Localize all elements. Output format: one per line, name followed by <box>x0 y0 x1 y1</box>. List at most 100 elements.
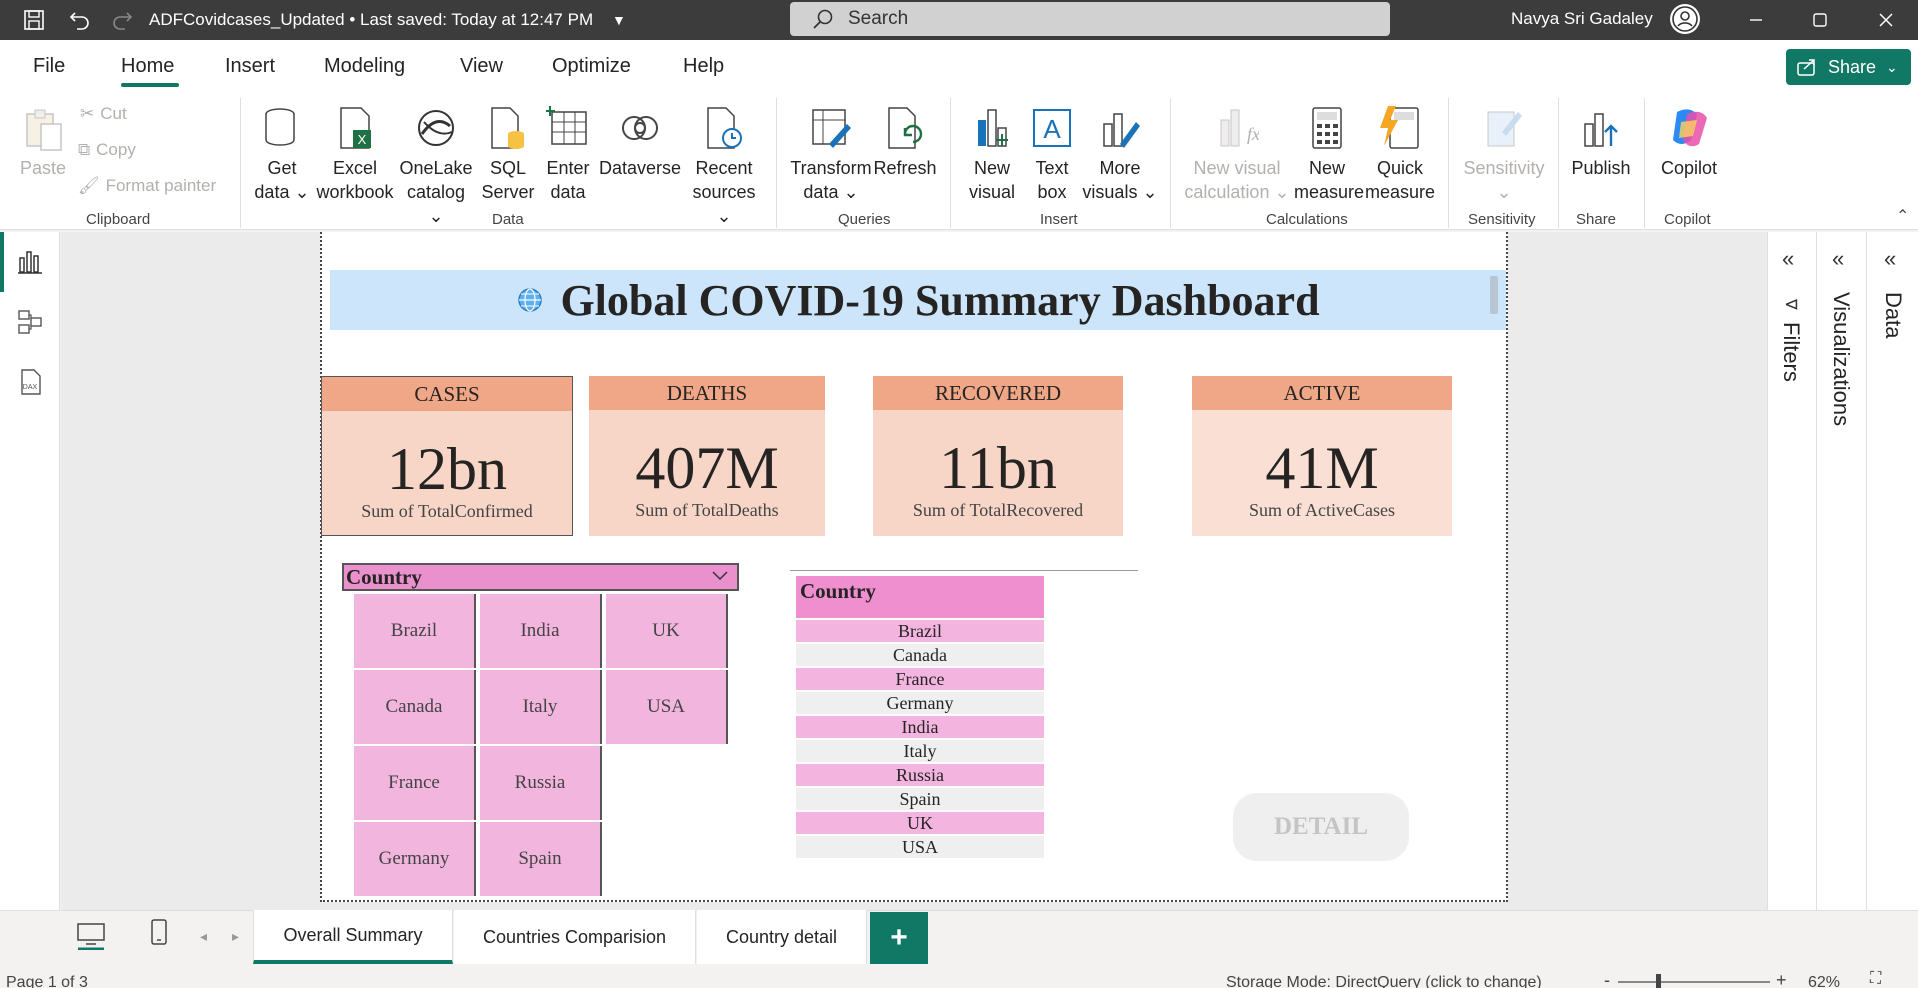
slicer-tile[interactable]: Russia <box>480 746 602 820</box>
chevron-down-icon[interactable]: ▼ <box>612 12 626 28</box>
card-value: 41M <box>1265 435 1379 501</box>
transform-data-button[interactable]: Transform data ⌄ <box>790 104 872 204</box>
add-page-button[interactable]: + <box>870 912 928 964</box>
tab-modeling[interactable]: Modeling <box>324 55 405 78</box>
tab-optimize[interactable]: Optimize <box>552 55 631 78</box>
tab-insert[interactable]: Insert <box>225 55 275 78</box>
undo-icon[interactable] <box>68 8 92 32</box>
page-tab-overall-summary[interactable]: Overall Summary <box>253 910 453 964</box>
page-tab-countries-comparision[interactable]: Countries Comparision <box>454 910 696 964</box>
mobile-layout-icon[interactable] <box>148 918 170 953</box>
close-button[interactable] <box>1866 4 1906 36</box>
slicer-tile[interactable]: India <box>480 594 602 668</box>
zoom-out-button[interactable]: - <box>1604 970 1610 988</box>
tab-view[interactable]: View <box>460 55 503 78</box>
table-row[interactable]: Germany <box>796 692 1044 714</box>
publish-button[interactable]: Publish <box>1566 104 1636 180</box>
text-box-icon: A <box>1033 109 1071 147</box>
kpi-card-recovered[interactable]: RECOVERED 11bn Sum of TotalRecovered <box>873 376 1123 536</box>
filters-pane-label[interactable]: Filters <box>1778 322 1804 382</box>
slicer-tile[interactable]: USA <box>606 670 728 744</box>
sql-server-button[interactable]: SQL Server <box>480 104 536 204</box>
paste-button[interactable]: Paste <box>16 104 70 180</box>
slicer-tile[interactable]: Brazil <box>354 594 476 668</box>
zoom-slider-track[interactable] <box>1618 981 1770 983</box>
save-icon[interactable] <box>22 8 46 32</box>
table-row[interactable]: Italy <box>796 740 1044 762</box>
sensitivity-button[interactable]: Sensitivity ⌄ <box>1456 104 1552 204</box>
slicer-tile[interactable]: France <box>354 746 476 820</box>
cut-button[interactable]: ✂ Cut <box>80 104 127 124</box>
table-row[interactable]: Brazil <box>796 620 1044 642</box>
visualizations-pane-label[interactable]: Visualizations <box>1828 292 1854 426</box>
search-box[interactable]: Search <box>790 2 1390 36</box>
expand-filters-icon[interactable]: « <box>1782 246 1794 272</box>
slicer-tile[interactable]: Germany <box>354 822 476 896</box>
page-tab-country-detail[interactable]: Country detail <box>697 910 867 964</box>
storage-mode[interactable]: Storage Mode: DirectQuery (click to chan… <box>1226 974 1542 988</box>
tab-home[interactable]: Home <box>121 55 174 78</box>
redo-icon[interactable] <box>110 8 134 32</box>
copilot-button[interactable]: Copilot <box>1652 104 1726 180</box>
kpi-card-deaths[interactable]: DEATHS 407M Sum of TotalDeaths <box>589 376 825 536</box>
table-row[interactable]: France <box>796 668 1044 690</box>
document-title[interactable]: ADFCovidcases_Updated • Last saved: Toda… <box>149 10 593 30</box>
expand-data-icon[interactable]: « <box>1884 246 1896 272</box>
avatar[interactable] <box>1670 4 1700 34</box>
slicer-tile[interactable]: Canada <box>354 670 476 744</box>
share-button[interactable]: Share ⌄ <box>1786 49 1911 85</box>
desktop-layout-icon[interactable] <box>74 920 108 955</box>
table-column-header[interactable]: Country <box>796 576 1044 618</box>
slicer-tile[interactable]: UK <box>606 594 728 668</box>
zoom-level[interactable]: 62% <box>1808 974 1840 988</box>
quick-measure-button[interactable]: Quick measure <box>1362 104 1438 204</box>
chevron-down-icon[interactable] <box>711 569 729 583</box>
kpi-card-active[interactable]: ACTIVE 41M Sum of ActiveCases <box>1192 376 1452 536</box>
table-row[interactable]: India <box>796 716 1044 738</box>
format-painter-button[interactable]: 🖌 Format painter <box>78 176 216 196</box>
enter-data-button[interactable]: Enter data <box>540 104 596 204</box>
report-view-icon[interactable] <box>16 248 44 276</box>
recent-sources-button[interactable]: Recent sources ⌄ <box>686 104 762 228</box>
tab-help[interactable]: Help <box>683 55 724 78</box>
maximize-button[interactable] <box>1800 4 1840 36</box>
zoom-in-button[interactable]: + <box>1776 970 1787 988</box>
group-label-share: Share <box>1576 211 1617 228</box>
table-view-icon[interactable] <box>16 308 44 336</box>
more-visuals-button[interactable]: More visuals ⌄ <box>1082 104 1158 204</box>
dashboard-title-banner[interactable]: Global COVID-19 Summary Dashboard <box>330 270 1506 330</box>
scrollbar[interactable] <box>1490 276 1498 314</box>
dax-query-view-icon[interactable]: DAX <box>16 368 44 396</box>
scroll-right-icon[interactable]: ▸ <box>232 928 239 945</box>
slicer-tile[interactable]: Italy <box>480 670 602 744</box>
slicer-tile[interactable]: Spain <box>480 822 602 896</box>
detail-button[interactable]: DETAIL <box>1233 793 1409 861</box>
onelake-catalog-button[interactable]: OneLake catalog ⌄ <box>398 104 474 228</box>
table-row[interactable]: UK <box>796 812 1044 834</box>
table-row[interactable]: Canada <box>796 644 1044 666</box>
table-row[interactable]: Russia <box>796 764 1044 786</box>
new-measure-button[interactable]: New measure <box>1294 104 1364 204</box>
tab-file[interactable]: File <box>33 55 65 78</box>
new-visual-button[interactable]: New visual <box>962 104 1022 204</box>
zoom-slider-thumb[interactable] <box>1656 974 1661 988</box>
text-box-button[interactable]: A Text box <box>1024 104 1080 204</box>
kpi-card-cases[interactable]: CASES 12bn Sum of TotalConfirmed <box>321 376 573 536</box>
table-row[interactable]: USA <box>796 836 1044 858</box>
table-row[interactable]: Spain <box>796 788 1044 810</box>
dataverse-button[interactable]: Dataverse <box>598 104 682 180</box>
collapse-ribbon-icon[interactable]: ⌃ <box>1896 206 1909 226</box>
minimize-button[interactable] <box>1736 4 1776 36</box>
excel-workbook-button[interactable]: X Excel workbook <box>314 104 396 204</box>
scroll-left-icon[interactable]: ◂ <box>200 928 207 945</box>
refresh-button[interactable]: Refresh <box>872 104 938 180</box>
pane-divider <box>1866 232 1867 910</box>
group-divider <box>240 98 241 228</box>
expand-visualizations-icon[interactable]: « <box>1832 246 1844 272</box>
get-data-button[interactable]: Get data ⌄ <box>252 104 312 204</box>
new-visual-calculation-button[interactable]: fx New visual calculation ⌄ <box>1182 104 1292 204</box>
copy-button[interactable]: ⧉ Copy <box>78 140 136 160</box>
data-pane-label[interactable]: Data <box>1880 292 1906 338</box>
fit-to-page-icon[interactable]: ⛶ <box>1870 970 1881 988</box>
country-slicer-header[interactable]: Country <box>342 563 739 591</box>
